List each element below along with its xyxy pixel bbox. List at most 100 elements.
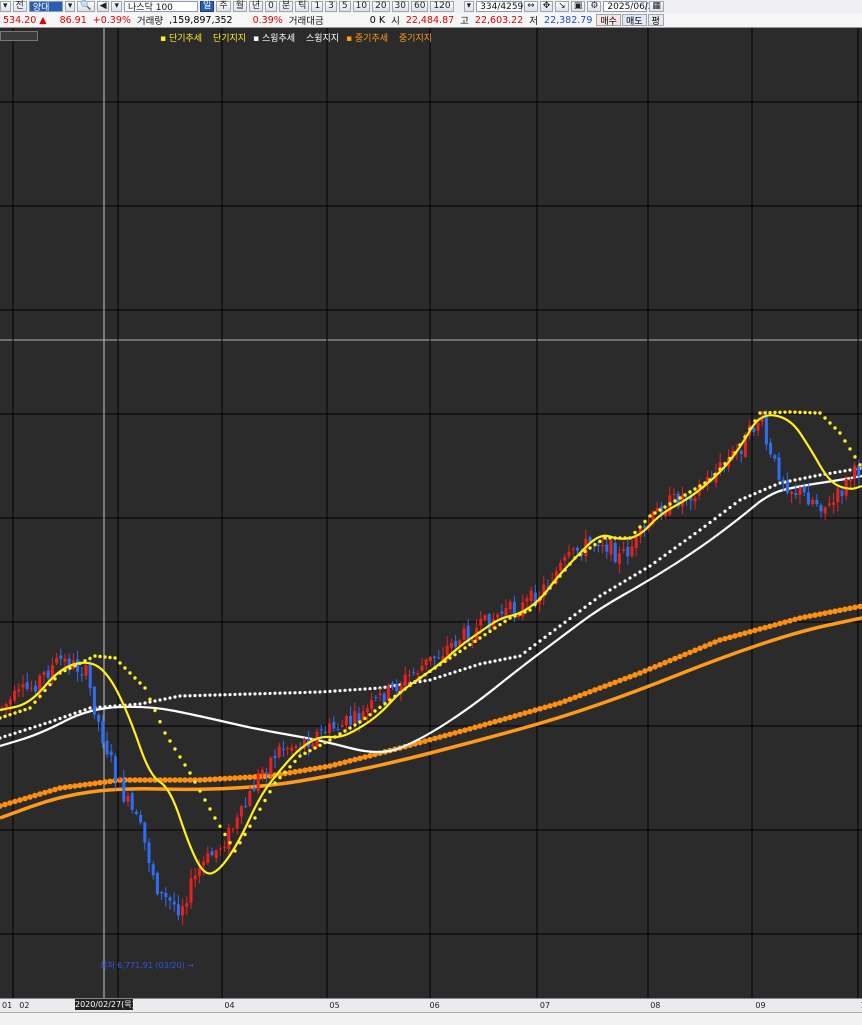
- list-dropdown-icon[interactable]: ▾: [111, 1, 123, 12]
- short-support-dot: [718, 467, 722, 471]
- mid-support-dot: [727, 634, 733, 641]
- mid-support-dot: [102, 779, 108, 785]
- candle-body: [277, 746, 281, 757]
- minute-10-button[interactable]: 10: [352, 1, 371, 12]
- candle-body: [445, 645, 449, 655]
- short-support-dot: [468, 642, 472, 647]
- swing-support-dot: [303, 690, 307, 695]
- swing-support-dot: [573, 613, 577, 617]
- short-support-dot: [753, 419, 757, 423]
- short-support-dot: [108, 655, 112, 660]
- minute-30-button[interactable]: 30: [391, 1, 409, 12]
- calendar-icon[interactable]: ▦: [649, 1, 664, 12]
- swing-support-dot: [543, 635, 547, 639]
- candle-body: [59, 655, 63, 659]
- candle-body: [105, 740, 109, 755]
- candle-body: [504, 607, 508, 617]
- page-counter-field[interactable]: 334/4259: [476, 1, 523, 12]
- draw-line-icon[interactable]: ↘: [555, 1, 569, 12]
- period-tick-button[interactable]: 틱: [295, 1, 310, 12]
- candle-body: [126, 795, 130, 802]
- swing-support-dot: [638, 570, 642, 574]
- candle-body: [97, 715, 101, 722]
- short-support-dot: [308, 748, 312, 753]
- minute-20-button[interactable]: 20: [372, 1, 390, 12]
- candle-body: [286, 748, 290, 750]
- short-support-dot: [233, 849, 237, 853]
- candle-body: [235, 817, 239, 829]
- mid-support-dot: [307, 766, 313, 773]
- short-support-dot: [423, 672, 427, 677]
- candle-body: [332, 721, 336, 729]
- short-support-dot: [253, 816, 257, 820]
- short-support-dot: [738, 443, 742, 447]
- short-support-dot: [763, 411, 767, 415]
- short-support-dot: [23, 707, 27, 712]
- period-minute-button[interactable]: 분: [278, 1, 294, 12]
- cursor-icon[interactable]: ✥: [539, 1, 554, 12]
- swing-support-dot: [183, 694, 187, 698]
- swing-support-dot: [28, 726, 32, 731]
- save-icon[interactable]: ▣: [570, 1, 586, 12]
- settings-gear-icon[interactable]: ⚙: [587, 1, 602, 12]
- code-input[interactable]: 양대: [28, 1, 63, 13]
- mid-support-dot: [27, 794, 33, 800]
- index-name-field[interactable]: 나스닥 100: [124, 1, 199, 13]
- mid-support-dot: [487, 720, 493, 726]
- swing-support-dot: [313, 690, 317, 694]
- period-week-button[interactable]: 주: [216, 1, 231, 12]
- candle-body: [764, 417, 768, 445]
- minute-60-button[interactable]: 60: [411, 1, 429, 12]
- short-support-dot: [293, 759, 297, 764]
- sell-button[interactable]: 매도: [621, 14, 647, 27]
- search-icon[interactable]: 🔍: [77, 1, 95, 12]
- short-support-dot: [493, 626, 497, 630]
- count-dropdown-button[interactable]: ▾: [463, 1, 475, 12]
- short-support-dot: [223, 832, 227, 837]
- swing-support-dot: [103, 705, 107, 709]
- minute-120-button[interactable]: 120: [430, 1, 454, 12]
- menu-dropdown-button[interactable]: ▾: [0, 1, 11, 12]
- indicator-legend: ▪ 단기추세 단기지지 ▪ 스윙추세 스윙지지 ▪ 중기추세 중기지지: [160, 31, 436, 44]
- code-dropdown-button[interactable]: ▾: [64, 1, 76, 12]
- date-input[interactable]: 2025/06/27: [603, 1, 659, 12]
- minute-3-button[interactable]: 3: [325, 1, 337, 12]
- minute-5-button[interactable]: 5: [338, 1, 351, 12]
- candle-body: [8, 699, 12, 705]
- legend-short-trend: ▪ 단기추세: [160, 34, 203, 44]
- mid-support-dot: [732, 633, 738, 639]
- swing-support-dot: [848, 468, 852, 472]
- period-prefix-button[interactable]: 전: [12, 1, 27, 12]
- swing-support-dot: [258, 692, 262, 696]
- short-support-dot: [58, 671, 62, 675]
- zoom-icon[interactable]: ⇔: [524, 1, 538, 12]
- candle-body: [756, 423, 760, 431]
- swing-support-dot: [528, 646, 532, 651]
- period-day-button[interactable]: 일: [200, 1, 215, 12]
- short-support-dot: [453, 652, 457, 657]
- mid-support-dot: [447, 731, 453, 738]
- mid-support-dot: [662, 659, 668, 666]
- minute-1-button[interactable]: 1: [311, 1, 324, 12]
- period-year-button[interactable]: 년: [248, 1, 264, 12]
- short-support-dot: [288, 765, 292, 769]
- buy-button[interactable]: 매수: [596, 14, 621, 27]
- swing-support-dot: [728, 505, 732, 510]
- candle-body: [437, 657, 441, 659]
- swing-support-dot: [708, 520, 712, 525]
- candle-body: [147, 842, 151, 863]
- mid-support-dot: [567, 696, 573, 703]
- candle-body: [13, 690, 17, 701]
- candle-body: [168, 897, 172, 901]
- candle-body: [479, 618, 483, 626]
- period-count-button[interactable]: 0: [265, 1, 277, 12]
- speaker-icon[interactable]: ◀: [96, 1, 110, 12]
- swing-support-dot: [598, 594, 602, 598]
- swing-support-dot: [448, 672, 452, 676]
- period-month-button[interactable]: 월: [232, 1, 247, 12]
- candle-body: [806, 492, 810, 505]
- price-chart[interactable]: [0, 28, 862, 998]
- candle-body: [328, 723, 332, 733]
- swing-support-dot: [748, 494, 752, 498]
- eval-button[interactable]: 평: [647, 14, 664, 27]
